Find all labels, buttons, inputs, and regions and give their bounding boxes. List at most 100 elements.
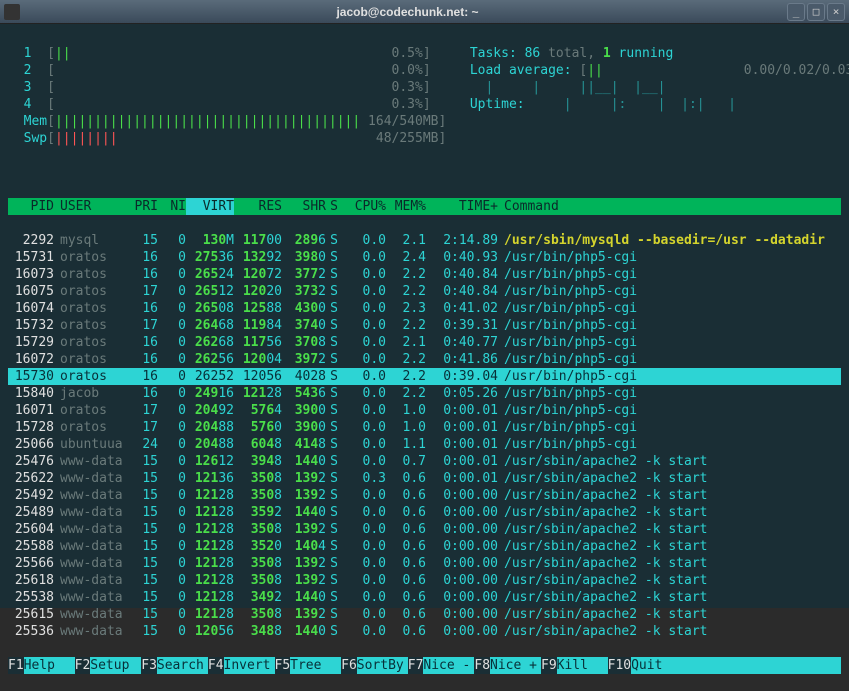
cell-shr: 3972 bbox=[282, 351, 326, 368]
fkey-F10[interactable]: F10 bbox=[608, 657, 631, 674]
col-header-res[interactable]: RES bbox=[234, 198, 282, 215]
cell-mem: 2.2 bbox=[386, 317, 426, 334]
flabel-F1[interactable]: Help bbox=[24, 657, 75, 674]
fkey-F4[interactable]: F4 bbox=[208, 657, 224, 674]
cell-mem: 0.6 bbox=[386, 623, 426, 640]
col-header-time[interactable]: TIME+ bbox=[426, 198, 498, 215]
cell-virt: 26508 bbox=[186, 300, 234, 317]
fkey-F5[interactable]: F5 bbox=[275, 657, 291, 674]
cell-res: 12588 bbox=[234, 300, 282, 317]
cell-time: 0:00.00 bbox=[426, 504, 498, 521]
function-key-bar: F1Help F2Setup F3SearchF4InvertF5Tree F6… bbox=[8, 657, 841, 674]
fkey-F2[interactable]: F2 bbox=[75, 657, 91, 674]
cell-pid: 16075 bbox=[10, 283, 54, 300]
flabel-F10[interactable]: Quit bbox=[631, 657, 682, 674]
cell-cpu: 0.0 bbox=[342, 368, 386, 385]
flabel-F9[interactable]: Kill bbox=[557, 657, 608, 674]
process-row[interactable]: 15840jacob16024916121285436S0.02.20:05.2… bbox=[8, 385, 841, 402]
cell-shr: 1392 bbox=[282, 470, 326, 487]
process-row[interactable]: 25618www-data1501212835081392S0.00.60:00… bbox=[8, 572, 841, 589]
col-header-cpu[interactable]: CPU% bbox=[342, 198, 386, 215]
process-row[interactable]: 16075oratos17026512120203732S0.02.20:40.… bbox=[8, 283, 841, 300]
process-row[interactable]: 25492www-data1501212835081392S0.00.60:00… bbox=[8, 487, 841, 504]
cell-ni: 0 bbox=[158, 232, 186, 249]
cell-mem: 2.2 bbox=[386, 385, 426, 402]
cell-virt: 12612 bbox=[186, 453, 234, 470]
process-row[interactable]: 16073oratos16026524120723772S0.02.20:40.… bbox=[8, 266, 841, 283]
fkey-F6[interactable]: F6 bbox=[341, 657, 357, 674]
cell-time: 0:00.00 bbox=[426, 572, 498, 589]
col-header-pid[interactable]: PID bbox=[10, 198, 54, 215]
cell-user: jacob bbox=[54, 385, 126, 402]
col-header-ni[interactable]: NI bbox=[158, 198, 186, 215]
col-header-pri[interactable]: PRI bbox=[126, 198, 158, 215]
cell-ni: 0 bbox=[158, 385, 186, 402]
cell-s: S bbox=[326, 334, 342, 351]
cell-shr: 3772 bbox=[282, 266, 326, 283]
maximize-button[interactable]: □ bbox=[807, 3, 825, 21]
process-row[interactable]: 16072oratos16026256120043972S0.02.20:41.… bbox=[8, 351, 841, 368]
minimize-button[interactable]: _ bbox=[787, 3, 805, 21]
cell-res: 3508 bbox=[234, 470, 282, 487]
process-row[interactable]: 16074oratos16026508125884300S0.02.30:41.… bbox=[8, 300, 841, 317]
cell-pid: 16073 bbox=[10, 266, 54, 283]
terminal-content[interactable]: 1 [|| 0.5%] Tasks: 86 total, 1 running 2… bbox=[0, 24, 849, 608]
col-header-s[interactable]: S bbox=[326, 198, 342, 215]
column-header-row[interactable]: PIDUSERPRINIVIRTRESSHRSCPU%MEM%TIME+Comm… bbox=[8, 198, 841, 215]
process-row[interactable]: 25604www-data1501212835081392S0.00.60:00… bbox=[8, 521, 841, 538]
flabel-F7[interactable]: Nice - bbox=[423, 657, 474, 674]
cell-virt: 20488 bbox=[186, 436, 234, 453]
process-row[interactable]: 25066ubuntuua2402048860484148S0.01.10:00… bbox=[8, 436, 841, 453]
cell-cmd: /usr/bin/php5-cgi bbox=[498, 436, 839, 453]
process-row[interactable]: 25566www-data1501212835081392S0.00.60:00… bbox=[8, 555, 841, 572]
cell-shr: 3732 bbox=[282, 283, 326, 300]
cell-time: 0:00.01 bbox=[426, 402, 498, 419]
fkey-F9[interactable]: F9 bbox=[541, 657, 557, 674]
close-button[interactable]: × bbox=[827, 3, 845, 21]
process-row[interactable]: 25622www-data1501213635081392S0.30.60:00… bbox=[8, 470, 841, 487]
col-header-user[interactable]: USER bbox=[54, 198, 126, 215]
cell-s: S bbox=[326, 266, 342, 283]
flabel-F6[interactable]: SortBy bbox=[357, 657, 408, 674]
process-row[interactable]: 25536www-data1501205634881440S0.00.60:00… bbox=[8, 623, 841, 640]
process-row[interactable]: 15730oratos16026252120564028S0.02.20:39.… bbox=[8, 368, 841, 385]
process-row[interactable]: 25615www-data1501212835081392S0.00.60:00… bbox=[8, 606, 841, 623]
cell-pid: 25615 bbox=[10, 606, 54, 623]
blank-line bbox=[8, 164, 841, 181]
fkey-F7[interactable]: F7 bbox=[408, 657, 424, 674]
col-header-mem[interactable]: MEM% bbox=[386, 198, 426, 215]
process-row[interactable]: 16071oratos1702049257643900S0.01.00:00.0… bbox=[8, 402, 841, 419]
cell-user: www-data bbox=[54, 470, 126, 487]
cell-user: www-data bbox=[54, 521, 126, 538]
flabel-F2[interactable]: Setup bbox=[90, 657, 141, 674]
process-row[interactable]: 25476www-data1501261239481440S0.00.70:00… bbox=[8, 453, 841, 470]
cell-time: 0:40.84 bbox=[426, 283, 498, 300]
flabel-F8[interactable]: Nice + bbox=[490, 657, 541, 674]
process-row[interactable]: 15728oratos1702048857603900S0.01.00:00.0… bbox=[8, 419, 841, 436]
col-header-shr[interactable]: SHR bbox=[282, 198, 326, 215]
cell-shr: 1392 bbox=[282, 572, 326, 589]
process-row[interactable]: 15731oratos16027536132923980S0.02.40:40.… bbox=[8, 249, 841, 266]
cell-pid: 25536 bbox=[10, 623, 54, 640]
process-row[interactable]: 25538www-data1501212834921440S0.00.60:00… bbox=[8, 589, 841, 606]
process-row[interactable]: 15729oratos16026268117563708S0.02.10:40.… bbox=[8, 334, 841, 351]
cell-pri: 15 bbox=[126, 589, 158, 606]
col-header-virt[interactable]: VIRT bbox=[186, 198, 234, 215]
col-header-cmd[interactable]: Command bbox=[498, 198, 839, 215]
flabel-F3[interactable]: Search bbox=[157, 657, 208, 674]
flabel-F5[interactable]: Tree bbox=[290, 657, 341, 674]
cell-s: S bbox=[326, 504, 342, 521]
process-row[interactable]: 15732oratos17026468119843740S0.02.20:39.… bbox=[8, 317, 841, 334]
process-row[interactable]: 2292mysql150130M117002896S0.02.12:14.89/… bbox=[8, 232, 841, 249]
cell-ni: 0 bbox=[158, 283, 186, 300]
fkey-F3[interactable]: F3 bbox=[141, 657, 157, 674]
cell-virt: 12128 bbox=[186, 521, 234, 538]
cell-virt: 27536 bbox=[186, 249, 234, 266]
cell-pid: 25604 bbox=[10, 521, 54, 538]
fkey-F8[interactable]: F8 bbox=[474, 657, 490, 674]
process-row[interactable]: 25489www-data1501212835921440S0.00.60:00… bbox=[8, 504, 841, 521]
process-row[interactable]: 25588www-data1501212835201404S0.00.60:00… bbox=[8, 538, 841, 555]
cell-user: oratos bbox=[54, 283, 126, 300]
flabel-F4[interactable]: Invert bbox=[224, 657, 275, 674]
fkey-F1[interactable]: F1 bbox=[8, 657, 24, 674]
